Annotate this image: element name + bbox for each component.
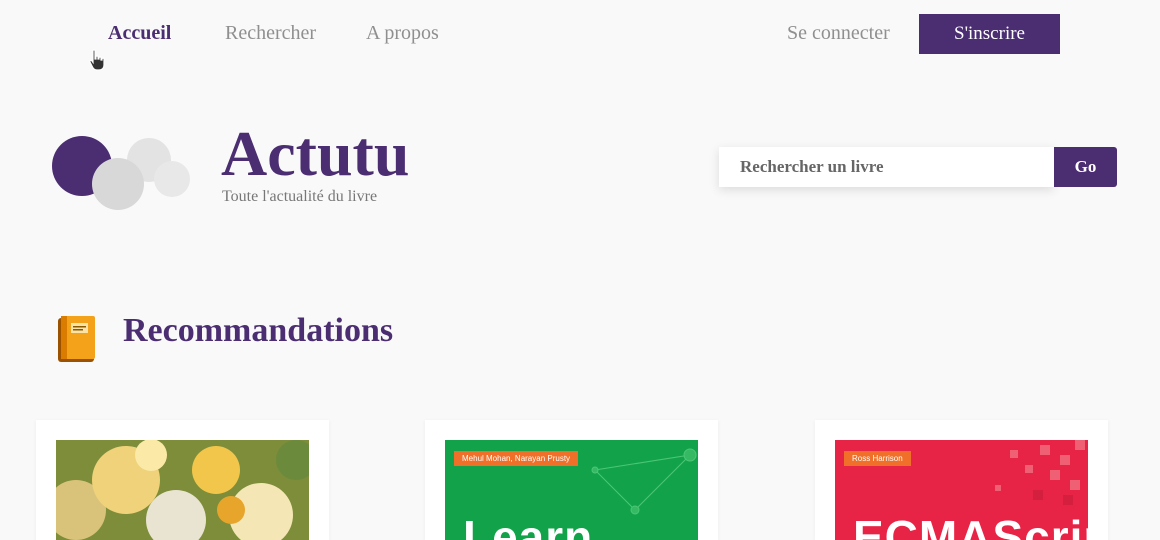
book-card[interactable]: Mehul Mohan, Narayan Prusty Learn	[425, 420, 718, 540]
book-author-label: Mehul Mohan, Narayan Prusty	[454, 451, 579, 466]
orange-book-icon	[58, 316, 95, 362]
search-input[interactable]	[738, 156, 1042, 178]
book-cover-image: Ross Harrison ECMAScript	[835, 440, 1088, 540]
recommendations-title: Recommandations	[123, 312, 394, 349]
logo-circles	[52, 136, 190, 210]
book-card[interactable]: Ross Harrison ECMAScript	[815, 420, 1108, 540]
search-go-button[interactable]: Go	[1054, 147, 1117, 187]
site-brand: Actutu	[221, 118, 410, 189]
signup-button[interactable]: S'inscrire	[919, 14, 1060, 54]
book-cover-image: Mehul Mohan, Narayan Prusty Learn	[445, 440, 698, 540]
book-cover-title: ECMAScript	[853, 511, 1088, 540]
book-author-label: Ross Harrison	[844, 451, 911, 466]
login-link[interactable]: Se connecter	[787, 22, 890, 45]
search-box	[719, 147, 1054, 187]
book-cover-title: Learn	[463, 511, 594, 540]
nav-link-a-propos[interactable]: A propos	[366, 22, 439, 45]
nav-link-accueil[interactable]: Accueil	[108, 22, 171, 45]
nav-link-rechercher[interactable]: Rechercher	[225, 22, 316, 45]
site-tagline: Toute l'actualité du livre	[222, 188, 378, 205]
hand-cursor-icon	[89, 49, 105, 71]
book-card[interactable]	[36, 420, 329, 540]
book-cover-image	[56, 440, 309, 540]
